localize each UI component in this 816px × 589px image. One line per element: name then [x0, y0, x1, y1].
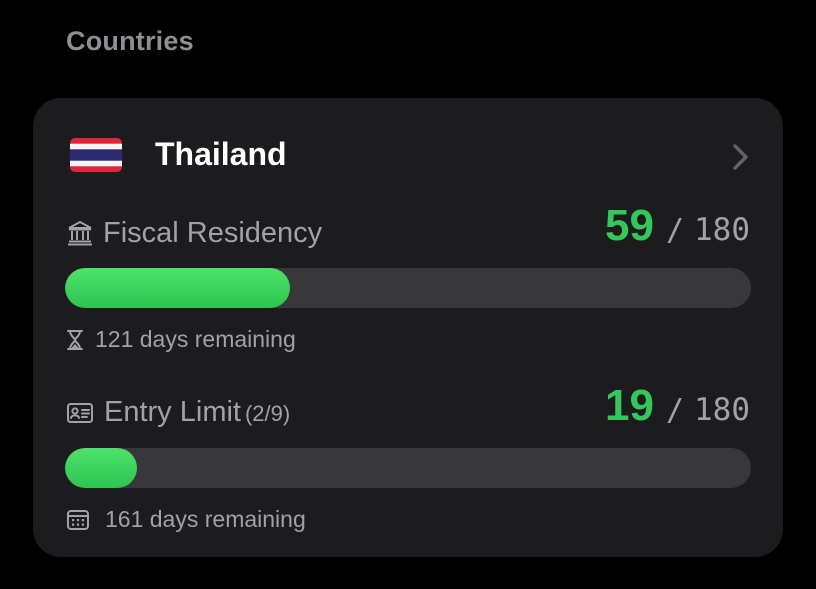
bank-icon [66, 219, 94, 247]
metric-value-entry-limit: 19 / 180 [605, 381, 750, 431]
hourglass-icon [63, 328, 87, 352]
metric-sublabel: (2/9) [244, 401, 291, 426]
remaining-days-fiscal-residency: 121 days remaining [95, 326, 296, 352]
calendar-icon [66, 508, 90, 532]
chevron-right-icon[interactable] [730, 142, 752, 172]
metric-separator: / [665, 213, 684, 248]
metric-count: 19 [604, 381, 654, 430]
progress-bar-entry-limit [65, 448, 751, 488]
metric-label-fiscal-residency: Fiscal Residency [103, 217, 326, 250]
thailand-flag-icon [70, 138, 122, 172]
metric-count: 59 [604, 201, 654, 250]
metric-total: 180 [694, 212, 750, 248]
metric-separator: / [665, 393, 684, 428]
country-name: Thailand [155, 136, 287, 172]
progress-bar-fiscal-residency [65, 268, 751, 308]
metric-label-text: Entry Limit [104, 396, 241, 428]
id-card-icon [66, 399, 94, 427]
metric-total: 180 [694, 392, 750, 428]
section-title: Countries [66, 26, 194, 56]
country-card-thailand[interactable]: Thailand Fiscal Residency 59 / 180 121 day… [33, 98, 783, 557]
metric-label-text: Fiscal Residency [103, 217, 323, 249]
progress-fill [65, 268, 290, 308]
country-header[interactable]: Thailand [33, 98, 783, 216]
remaining-days-entry-limit: 161 days remaining [105, 506, 306, 532]
metric-label-entry-limit: Entry Limit (2/9) [104, 396, 290, 429]
metric-value-fiscal-residency: 59 / 180 [605, 201, 750, 251]
progress-fill [65, 448, 138, 488]
